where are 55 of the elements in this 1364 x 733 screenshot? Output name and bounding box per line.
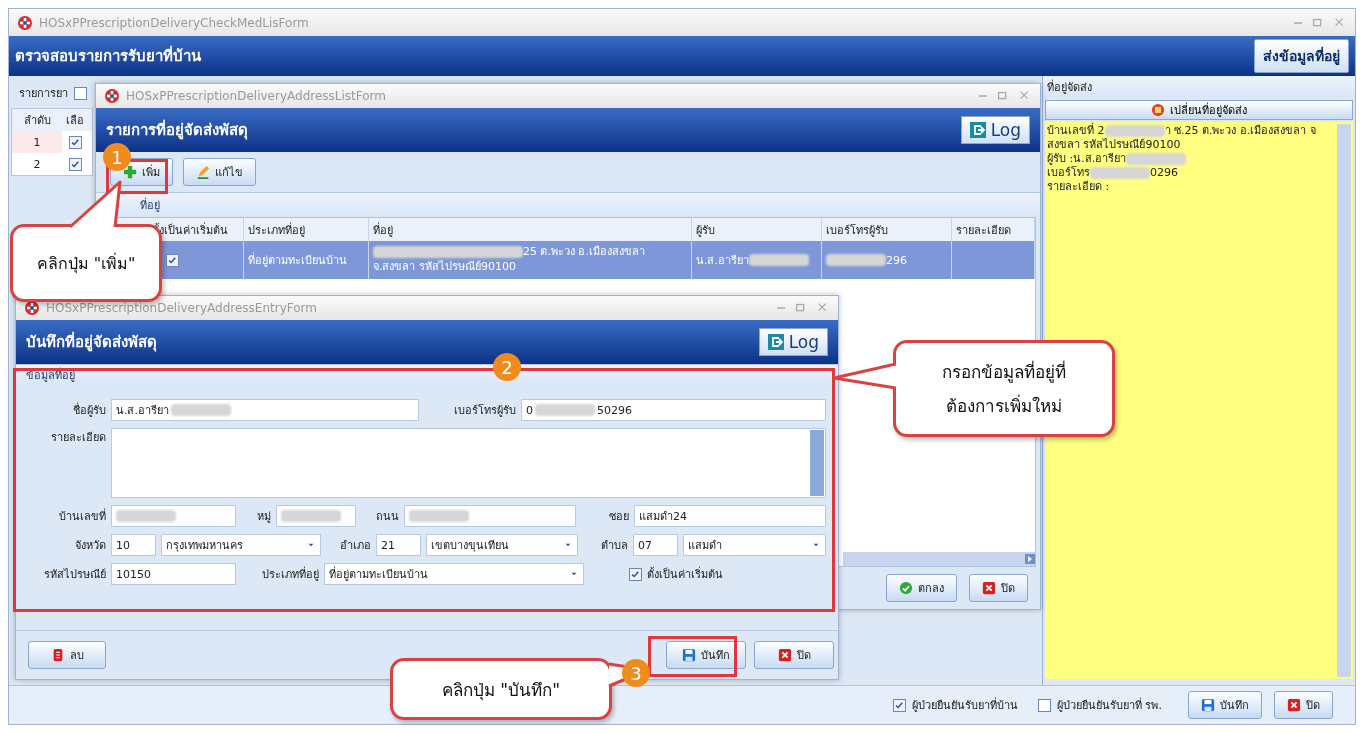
checkbox-label: ผู้ป่วยยืนยันรับยาที่บ้าน [912,696,1018,714]
window-title: HOSxPPrescriptionDeliveryCheckMedLisForm [39,15,309,30]
address-text: เบอร์โทร [1047,166,1090,179]
window-title: HOSxPPrescriptionDeliveryAddressListForm [126,89,387,103]
dropdown-value: แสมดำ [688,538,722,554]
callout-tooltip: กรอกข้อมูลที่อยู่ที่ต้องการเพิ่มใหม่ [893,340,1115,437]
field-value: 50296 [597,403,632,417]
field-label: เบอร์โทรผู้รับ [453,403,516,419]
field-label: ซอย [608,509,629,525]
address-text: ผู้รับ :น.ส.อารียา [1047,152,1127,165]
field-value: น.ส.อารียา [116,403,169,419]
address-text: า ซ.25 ต.พะวง อ.เมืองสงขลา จ [1164,124,1316,137]
address-text: บ้านเลขที่ 2 [1047,124,1105,137]
table-cell: ที่อยู่ตามทะเบียนบ้าน [244,241,369,279]
table-cell-text: น.ส.อารียา [696,253,749,269]
dropdown-value: ที่อยู่ตามทะเบียนบ้าน [329,565,428,583]
field-label: อำเภอ [339,538,371,554]
table-cell: 296 [886,253,907,267]
table-cell: จ.สงขลา รหัสไปรษณีย์90100 [373,260,516,273]
field-label: ตำบล [600,538,628,554]
table-cell: 1 [12,131,62,153]
form-heading: ตรวจสอบรายการรับยาที่บ้าน [15,44,201,67]
dropdown-value: กรุงเทพมหานคร [166,538,243,554]
field-value: 21 [381,538,395,552]
checkbox-label: ผู้ป่วยยืนยันรับยาที่ รพ. [1057,696,1162,714]
column-header: เลือ [65,113,85,129]
field-label: หมู่ [256,509,271,525]
checkbox-label: ตั้งเป็นค่าเริ่มต้น [647,565,723,583]
field-label: ชื่อผู้รับ [72,401,106,419]
field-label: จังหวัด [74,538,106,554]
field-value: แสมดำ24 [639,509,687,525]
field-value: 0 [526,403,533,417]
address-text: สงขลา รหัสไปรษณีย์90100 [1047,138,1181,151]
address-text: 0296 [1150,166,1178,179]
field-label: บ้านเลขที่ [58,507,106,525]
field-label: ถนน [375,509,399,525]
table-cell: 25 ต.พะวง อ.เมืองสงขลา [523,245,645,258]
panel-label: รายการยา [19,86,68,102]
group-label: ที่อยู่ [140,196,160,214]
field-value: 10 [116,538,130,552]
field-label: ประเภทที่อยู่ [261,565,319,583]
field-label: รายละเอียด [50,430,106,446]
field-label: รหัสไปรษณีย์ [43,567,106,583]
dropdown-value: เขตบางขุนเทียน [431,538,509,554]
address-text: รายละเอียด : [1047,180,1110,193]
column-header: ลำดับ [22,113,52,129]
group-label: ข้อมูลที่อยู่ [26,366,75,384]
callout-tooltip: คลิกปุ่ม "บันทึก" [390,658,612,720]
field-value: 07 [638,538,652,552]
field-value: 10150 [116,567,151,581]
form-heading: บันทึกที่อยู่จัดส่งพัสดุ [26,330,157,354]
form-heading: รายการที่อยู่จัดส่งพัสดุ [106,118,248,142]
window-title: HOSxPPrescriptionDeliveryAddressEntryForm [46,301,317,315]
panel-label: ที่อยู่จัดส่ง [1043,76,1355,98]
table-cell-text: 2 [32,156,42,173]
